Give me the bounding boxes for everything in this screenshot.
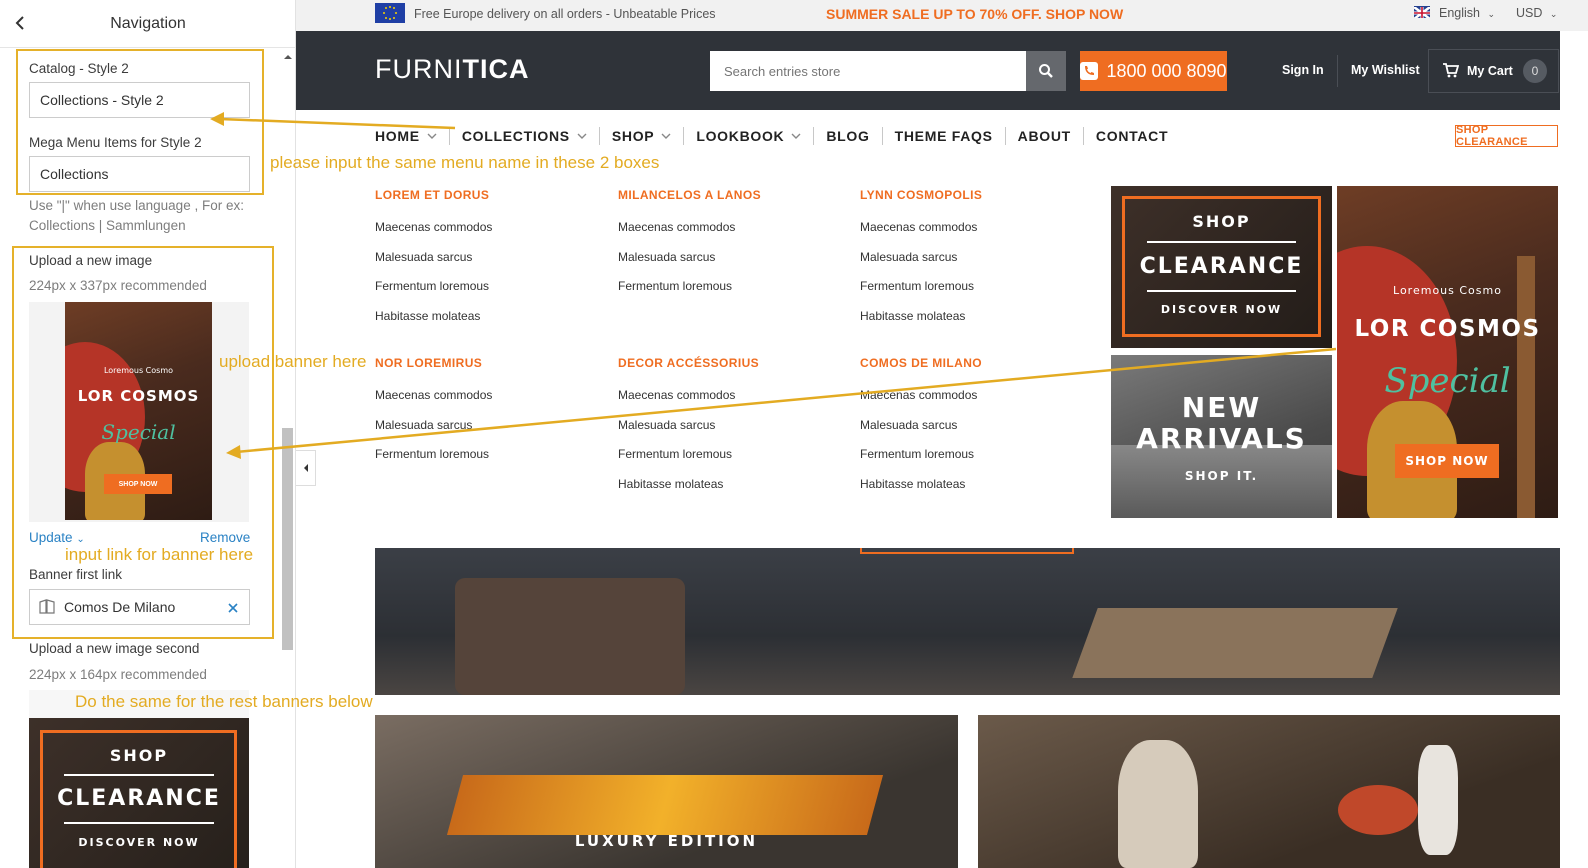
note-rest-banners: Do the same for the rest banners below: [75, 692, 373, 711]
note-upload-banner: upload banner here: [219, 352, 367, 371]
arrow-line: [235, 347, 1337, 454]
note-banner-link: input link for banner here: [65, 545, 254, 564]
arrow-line: [219, 117, 456, 130]
arrowhead-icon: [210, 112, 224, 126]
note-menu-name: please input the same menu name in these…: [270, 153, 660, 172]
arrowhead-icon: [226, 445, 241, 459]
annotation-arrows: [210, 112, 1337, 459]
